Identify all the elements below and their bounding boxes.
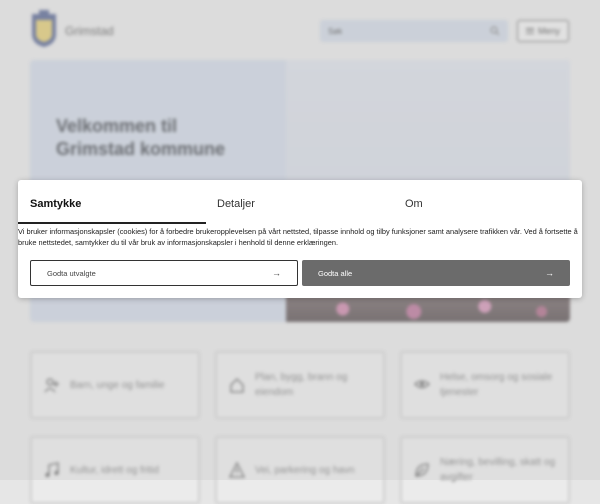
accept-all-label: Godta alle bbox=[318, 268, 353, 278]
consent-tabs: Samtykke Detaljer Om bbox=[18, 180, 582, 224]
accept-selected-label: Godta utvalgte bbox=[47, 268, 96, 278]
accept-all-button[interactable]: Godta alle → bbox=[302, 260, 570, 286]
tab-detaljer[interactable]: Detaljer bbox=[217, 198, 255, 210]
consent-text: Vi bruker informasjonskapsler (cookies) … bbox=[18, 227, 578, 247]
active-tab-indicator bbox=[18, 222, 206, 224]
tab-samtykke[interactable]: Samtykke bbox=[30, 198, 81, 210]
tab-om[interactable]: Om bbox=[405, 198, 423, 210]
arrow-right-icon: → bbox=[272, 268, 281, 278]
arrow-right-icon: → bbox=[545, 268, 554, 278]
cookie-consent-dialog: Samtykke Detaljer Om Vi bruker informasj… bbox=[18, 180, 582, 298]
accept-selected-button[interactable]: Godta utvalgte → bbox=[30, 260, 298, 286]
